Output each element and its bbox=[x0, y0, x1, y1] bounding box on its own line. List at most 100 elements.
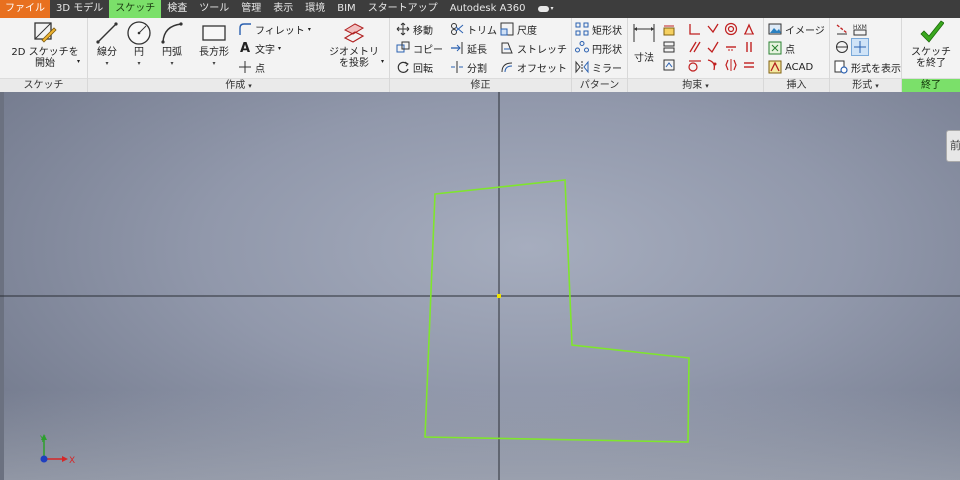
rotate-button[interactable]: 回転 bbox=[396, 58, 433, 76]
symmetric-constraint-button[interactable] bbox=[722, 56, 740, 74]
sketch-pencil-icon bbox=[32, 20, 58, 46]
horizontal-constraint-button[interactable] bbox=[722, 38, 740, 56]
center-point-button[interactable] bbox=[851, 38, 869, 56]
circle-button[interactable]: 円 ▾ bbox=[126, 20, 152, 69]
constraint-settings-button[interactable] bbox=[660, 38, 678, 56]
arc-button[interactable]: 円弧 ▾ bbox=[158, 20, 186, 69]
tangent-constraint-button[interactable] bbox=[686, 56, 704, 74]
rectangle-button[interactable]: 長方形 ▾ bbox=[194, 20, 234, 69]
rectangular-pattern-icon bbox=[575, 22, 589, 36]
relax-mode-icon bbox=[663, 59, 675, 71]
extend-button[interactable]: 延長 bbox=[450, 39, 487, 57]
panel-insert: イメージ 点 ACAD 挿入 bbox=[764, 18, 830, 92]
auto-dimension-button[interactable] bbox=[660, 20, 678, 38]
stretch-button[interactable]: ストレッチ bbox=[500, 39, 567, 57]
auto-dimension-icon bbox=[663, 25, 675, 36]
panel-sketch: 2D スケッチを 開始 ▾ スケッチ bbox=[0, 18, 88, 92]
panel-label-sketch: スケッチ bbox=[0, 78, 87, 92]
circular-pattern-button[interactable]: 円形状 bbox=[575, 39, 622, 57]
center-point-icon bbox=[854, 41, 866, 53]
tab-file[interactable]: ファイル bbox=[0, 0, 50, 18]
rotate-icon bbox=[396, 60, 410, 74]
mirror-icon bbox=[575, 60, 589, 74]
circle-icon bbox=[126, 20, 152, 46]
project-geometry-button[interactable]: ジオメトリ を投影 bbox=[324, 20, 384, 69]
vertical-constraint-button[interactable] bbox=[740, 38, 758, 56]
tab-environments[interactable]: 環境 bbox=[299, 0, 331, 18]
symmetric-icon bbox=[725, 59, 737, 71]
horizontal-icon bbox=[726, 46, 736, 51]
move-button[interactable]: 移動 bbox=[396, 20, 433, 38]
driven-dimension-icon: HXM bbox=[853, 24, 867, 36]
extend-icon bbox=[450, 41, 464, 55]
import-points-button[interactable]: 点 bbox=[768, 39, 795, 57]
start-2d-sketch-button[interactable]: 2D スケッチを 開始 bbox=[10, 20, 80, 69]
tab-bim[interactable]: BIM bbox=[331, 0, 361, 18]
scale-button[interactable]: 尺度 bbox=[500, 20, 537, 38]
offset-icon bbox=[500, 60, 514, 74]
collinear-constraint-button[interactable] bbox=[704, 20, 722, 38]
concentric-constraint-button[interactable] bbox=[722, 20, 740, 38]
relax-mode-button[interactable] bbox=[660, 56, 678, 74]
fillet-button[interactable]: フィレット ▾ bbox=[238, 20, 311, 38]
chevron-down-icon: ▾ bbox=[212, 60, 216, 67]
dimension-button[interactable]: 寸法 bbox=[630, 20, 658, 64]
chevron-down-icon: ▾ bbox=[137, 60, 141, 67]
panel-label-format[interactable]: 形式 ▾ bbox=[830, 78, 901, 92]
perpendicular-constraint-button[interactable] bbox=[704, 38, 722, 56]
parallel-constraint-button[interactable] bbox=[686, 38, 704, 56]
view-cube-front-tab[interactable]: 前 bbox=[946, 130, 960, 162]
text-button[interactable]: A 文字 ▾ bbox=[238, 39, 281, 57]
ribbon-display-toggle[interactable]: ▾ bbox=[532, 0, 560, 18]
x-axis-label: X bbox=[69, 456, 75, 466]
construction-button[interactable] bbox=[833, 20, 851, 38]
display-toggle-icon bbox=[537, 6, 549, 12]
trim-button[interactable]: トリム bbox=[450, 20, 497, 38]
coordinate-triad: Y X bbox=[39, 434, 75, 466]
equal-icon bbox=[744, 62, 754, 68]
ribbon: 2D スケッチを 開始 ▾ スケッチ 線分 ▾ 円 ▾ 円弧 ▾ 長方形 ▾ フ… bbox=[0, 18, 960, 92]
point-button[interactable]: 点 bbox=[238, 58, 265, 76]
offset-button[interactable]: オフセット bbox=[500, 58, 567, 76]
finish-sketch-button[interactable]: スケッチ を終了 bbox=[906, 20, 956, 69]
split-button[interactable]: 分割 bbox=[450, 58, 487, 76]
tab-3d-model[interactable]: 3D モデル bbox=[50, 0, 109, 18]
centerline-icon bbox=[836, 41, 848, 53]
sketch-graphics[interactable]: Y X bbox=[0, 92, 960, 480]
chevron-down-icon: ▾ bbox=[550, 5, 554, 12]
show-format-button[interactable]: 形式を表示 bbox=[834, 58, 901, 76]
collinear-icon bbox=[707, 23, 719, 34]
tab-tools[interactable]: ツール bbox=[193, 0, 235, 18]
line-button[interactable]: 線分 ▾ bbox=[94, 20, 120, 69]
tab-autodesk-a360[interactable]: Autodesk A360 bbox=[444, 0, 532, 18]
sketch-profile[interactable] bbox=[424, 179, 690, 443]
smooth-constraint-button[interactable] bbox=[704, 56, 722, 74]
acad-button[interactable]: ACAD bbox=[768, 58, 813, 76]
panel-pattern: 矩形状 円形状 ミラー パターン bbox=[572, 18, 628, 92]
tab-get-started[interactable]: スタートアップ bbox=[362, 0, 444, 18]
chevron-down-icon: ▾ bbox=[381, 58, 385, 65]
tab-view[interactable]: 表示 bbox=[267, 0, 299, 18]
panel-label-constrain[interactable]: 拘束 ▾ bbox=[628, 78, 763, 92]
panel-exit: スケッチ を終了 終了 bbox=[902, 18, 960, 92]
chevron-down-icon: ▾ bbox=[105, 60, 109, 67]
equal-constraint-button[interactable] bbox=[740, 56, 758, 74]
panel-label-exit: 終了 bbox=[902, 78, 960, 92]
tab-sketch[interactable]: スケッチ bbox=[109, 0, 162, 18]
tab-inspect[interactable]: 検査 bbox=[161, 0, 193, 18]
origin-point[interactable] bbox=[497, 294, 501, 298]
panel-constrain: 寸法 拘束 ▾ bbox=[628, 18, 764, 92]
coincident-constraint-button[interactable] bbox=[686, 20, 704, 38]
tab-manage[interactable]: 管理 bbox=[235, 0, 267, 18]
rectangular-pattern-button[interactable]: 矩形状 bbox=[575, 20, 622, 38]
panel-label-create[interactable]: 作成 ▾ bbox=[88, 78, 389, 92]
sketch-canvas[interactable]: Y X 前 bbox=[0, 92, 960, 480]
insert-image-button[interactable]: イメージ bbox=[768, 20, 825, 38]
centerline-button[interactable] bbox=[833, 38, 851, 56]
driven-dimension-button[interactable]: HXM bbox=[851, 20, 869, 38]
fix-constraint-button[interactable] bbox=[740, 20, 758, 38]
concentric-icon bbox=[724, 22, 738, 36]
circular-pattern-icon bbox=[575, 41, 589, 55]
copy-button[interactable]: コピー bbox=[396, 39, 443, 57]
mirror-button[interactable]: ミラー bbox=[575, 58, 622, 76]
